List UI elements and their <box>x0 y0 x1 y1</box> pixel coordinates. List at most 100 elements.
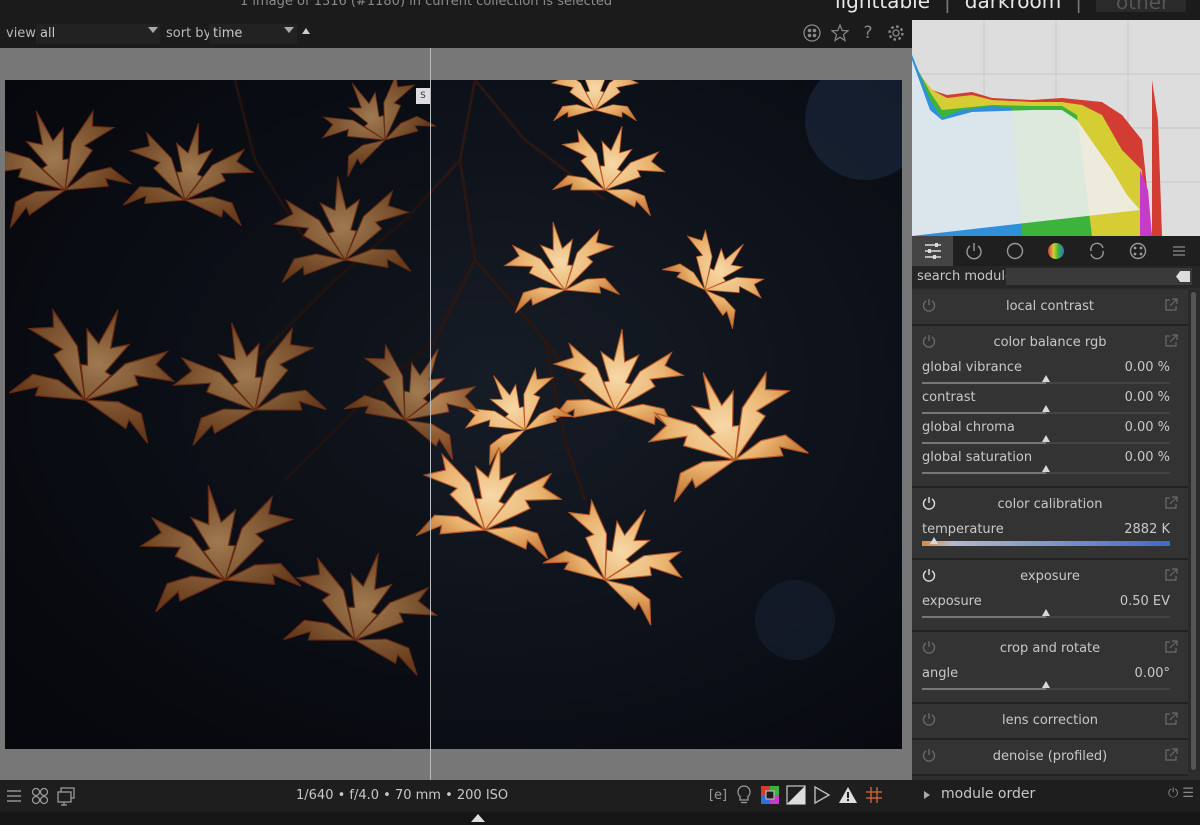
module-lens-correction[interactable]: lens correction <box>912 704 1188 740</box>
expand-arrow-icon[interactable] <box>924 791 930 799</box>
slider-track[interactable] <box>922 681 1170 690</box>
module-order-bar[interactable]: module order ⏻ ☰ <box>912 780 1200 812</box>
bulb-icon[interactable] <box>734 785 754 805</box>
slider-marker[interactable] <box>1042 405 1050 412</box>
slider-track[interactable] <box>922 435 1170 444</box>
module-color-balance-rgb[interactable]: color balance rgb global vibrance 0.00 % co… <box>912 326 1188 488</box>
color-labels-icon[interactable] <box>802 23 822 43</box>
filter-bar: view all sort by time ? <box>0 20 912 48</box>
slider-track[interactable] <box>922 405 1170 414</box>
slider-track[interactable] <box>922 465 1170 474</box>
module-group-tabs <box>912 236 1200 266</box>
view-other-dropdown[interactable]: other <box>1096 0 1186 14</box>
module-color-calibration[interactable]: color calibration temperature 2882 K <box>912 488 1188 560</box>
slider-global-chroma[interactable]: global chroma 0.00 % <box>922 420 1170 450</box>
module-crop-and-rotate[interactable]: crop and rotate angle 0.00° <box>912 632 1188 704</box>
search-module-input[interactable] <box>1006 268 1192 285</box>
chevron-down-icon[interactable] <box>148 27 158 33</box>
base-modules-icon[interactable] <box>994 236 1035 266</box>
presets-popout-icon[interactable] <box>1164 712 1178 726</box>
presets-popout-icon[interactable] <box>1164 334 1178 348</box>
filmstrip-toggle-icon[interactable] <box>471 814 485 822</box>
slider-value[interactable]: 0.00 % <box>1125 450 1170 465</box>
slider-track[interactable] <box>922 609 1170 618</box>
slider-angle[interactable]: angle 0.00° <box>922 666 1170 696</box>
presets-icon[interactable] <box>4 786 24 806</box>
slider-global-vibrance[interactable]: global vibrance 0.00 % <box>922 360 1170 390</box>
slider-fill <box>922 616 1046 618</box>
slider-value[interactable]: 0.00 % <box>1125 390 1170 405</box>
gamut-check-icon[interactable] <box>838 785 858 805</box>
quick-access-icon[interactable] <box>912 236 954 266</box>
module-order-label: module order <box>941 786 1036 802</box>
slider-temperature[interactable]: temperature 2882 K <box>922 522 1170 552</box>
presets-popout-icon[interactable] <box>1164 640 1178 654</box>
separator: | <box>944 0 951 13</box>
slider-track[interactable] <box>922 375 1170 384</box>
search-module-row: search module <box>912 266 1200 288</box>
slider-marker[interactable] <box>1042 375 1050 382</box>
slider-value[interactable]: 0.00 % <box>1125 360 1170 375</box>
sort-order-icon[interactable] <box>302 28 310 34</box>
softproof-icon[interactable] <box>812 785 832 805</box>
module-exposure[interactable]: exposure exposure 0.50 EV <box>912 560 1188 632</box>
styles-icon[interactable] <box>30 786 50 806</box>
slider-value[interactable]: 0.00° <box>1135 666 1170 681</box>
view-darkroom[interactable]: darkroom <box>965 0 1062 13</box>
module-local-contrast[interactable]: local contrast <box>912 290 1188 326</box>
guides-icon[interactable] <box>864 785 884 805</box>
chevron-down-icon[interactable] <box>284 27 294 33</box>
module-header[interactable]: lens correction <box>912 704 1188 738</box>
active-modules-icon[interactable] <box>953 236 994 266</box>
menu-icon[interactable] <box>1159 236 1200 266</box>
effects-modules-icon[interactable] <box>1118 236 1159 266</box>
presets-menu-icon[interactable]: ☰ <box>1182 786 1194 801</box>
gear-icon[interactable] <box>886 23 906 43</box>
slider-marker[interactable] <box>1042 465 1050 472</box>
slider-marker[interactable] <box>1042 609 1050 616</box>
star-icon[interactable] <box>830 23 850 43</box>
focus-peaking-icon[interactable]: [e] <box>708 785 728 805</box>
view-filter-select[interactable]: all <box>36 24 160 44</box>
module-header[interactable]: local contrast <box>912 290 1188 324</box>
view-lighttable[interactable]: lighttable <box>835 0 930 13</box>
presets-popout-icon[interactable] <box>1164 748 1178 762</box>
correct-modules-icon[interactable] <box>1077 236 1118 266</box>
slider-value[interactable]: 2882 K <box>1124 522 1170 537</box>
presets-popout-icon[interactable] <box>1164 568 1178 582</box>
module-denoise-profiled[interactable]: denoise (profiled) <box>912 740 1188 776</box>
second-window-icon[interactable] <box>56 786 76 806</box>
split-compare-line[interactable] <box>430 48 431 780</box>
slider-marker[interactable] <box>1042 681 1050 688</box>
color-modules-icon[interactable] <box>1035 236 1076 266</box>
photo-preview[interactable] <box>5 80 902 749</box>
histogram[interactable] <box>912 20 1200 236</box>
presets-popout-icon[interactable] <box>1164 298 1178 312</box>
module-body: temperature 2882 K <box>912 522 1188 558</box>
slider-global-saturation[interactable]: global saturation 0.00 % <box>922 450 1170 480</box>
module-header[interactable]: color calibration <box>912 488 1188 522</box>
slider-marker[interactable] <box>930 537 939 544</box>
slider-exposure[interactable]: exposure 0.50 EV <box>922 594 1170 624</box>
presets-popout-icon[interactable] <box>1164 496 1178 510</box>
slider-value[interactable]: 0.00 % <box>1125 420 1170 435</box>
split-handle[interactable]: S <box>416 88 430 104</box>
raw-overexposed-icon[interactable] <box>786 785 806 805</box>
scrollbar-thumb[interactable] <box>1191 292 1196 770</box>
slider-label: contrast <box>922 390 976 405</box>
help-icon[interactable]: ? <box>858 23 878 43</box>
module-header[interactable]: denoise (profiled) <box>912 740 1188 774</box>
slider-value[interactable]: 0.50 EV <box>1120 594 1170 609</box>
module-header[interactable]: exposure <box>912 560 1188 594</box>
module-header[interactable]: crop and rotate <box>912 632 1188 666</box>
exif-info: 1/640 • f/4.0 • 70 mm • 200 ISO <box>296 788 509 803</box>
scrollbar[interactable] <box>1188 290 1200 772</box>
center-view[interactable]: S <box>0 48 912 780</box>
slider-contrast[interactable]: contrast 0.00 % <box>922 390 1170 420</box>
slider-label: global saturation <box>922 450 1033 465</box>
color-assessment-icon[interactable] <box>760 785 780 805</box>
reset-icon[interactable]: ⏻ <box>1168 786 1178 801</box>
temperature-gradient-track[interactable] <box>922 537 1170 546</box>
slider-marker[interactable] <box>1042 435 1050 442</box>
module-header[interactable]: color balance rgb <box>912 326 1188 360</box>
